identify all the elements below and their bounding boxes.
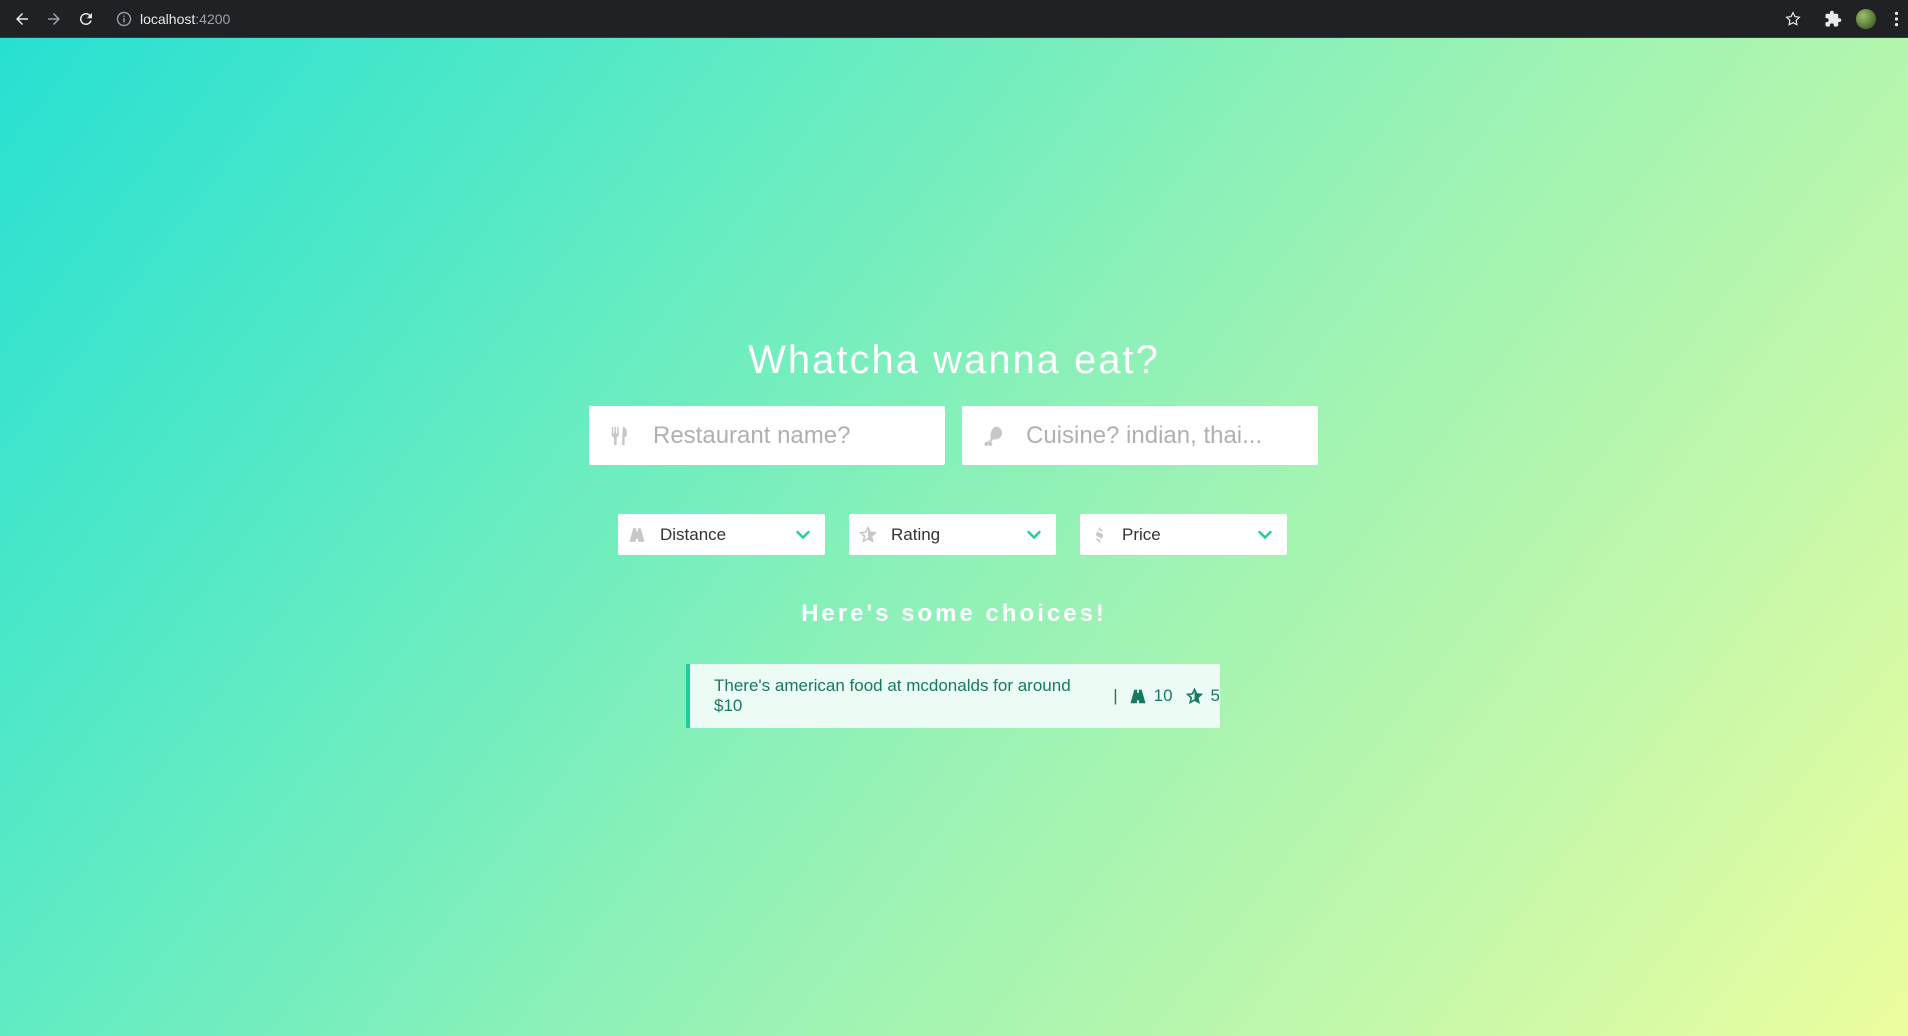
browser-toolbar: localhost:4200 xyxy=(0,0,1908,38)
rating-filter-label: Rating xyxy=(891,524,941,544)
result-rating: 5 xyxy=(1210,686,1220,705)
distance-filter-dropdown[interactable]: Distance xyxy=(618,514,825,555)
bookmark-star-icon[interactable] xyxy=(1782,8,1804,30)
profile-avatar[interactable] xyxy=(1855,8,1877,30)
chevron-down-icon xyxy=(1027,530,1041,539)
drumstick-icon xyxy=(980,423,1006,449)
extensions-icon[interactable] xyxy=(1822,8,1844,30)
road-icon xyxy=(1128,687,1148,705)
result-distance: 10 xyxy=(1153,686,1173,705)
back-icon[interactable] xyxy=(10,7,34,31)
cuisine-search-field[interactable] xyxy=(962,406,1318,465)
result-separator: | xyxy=(1113,686,1118,705)
page-title: Whatcha wanna eat? xyxy=(748,338,1160,382)
utensils-icon xyxy=(607,423,633,449)
chevron-down-icon xyxy=(1258,530,1272,539)
price-filter-dropdown[interactable]: Price xyxy=(1080,514,1287,555)
road-icon xyxy=(628,526,646,544)
url-host: localhost xyxy=(140,11,196,27)
chevron-down-icon xyxy=(796,530,810,539)
star-icon xyxy=(1185,687,1205,705)
address-bar[interactable]: localhost:4200 xyxy=(108,4,1796,34)
price-filter-label: Price xyxy=(1122,524,1161,544)
url-port: :4200 xyxy=(195,11,231,27)
result-item[interactable]: There's american food at mcdonalds for a… xyxy=(686,664,1220,728)
rating-filter-dropdown[interactable]: Rating xyxy=(849,514,1056,555)
reload-icon[interactable] xyxy=(74,7,98,31)
restaurant-search-field[interactable] xyxy=(589,406,945,465)
dollar-icon xyxy=(1090,526,1108,544)
cuisine-input[interactable] xyxy=(1024,420,1308,451)
result-text: There's american food at mcdonalds for a… xyxy=(714,676,1071,715)
url-text: localhost:4200 xyxy=(140,11,230,27)
forward-icon[interactable] xyxy=(42,7,66,31)
results-heading: Here's some choices! xyxy=(801,600,1107,627)
restaurant-input[interactable] xyxy=(651,420,935,451)
page-background: Whatcha wanna eat? Distance Rating xyxy=(0,38,1908,1036)
info-icon[interactable] xyxy=(116,11,132,27)
distance-filter-label: Distance xyxy=(660,524,727,544)
star-icon xyxy=(859,525,877,544)
menu-icon[interactable] xyxy=(1888,8,1904,30)
